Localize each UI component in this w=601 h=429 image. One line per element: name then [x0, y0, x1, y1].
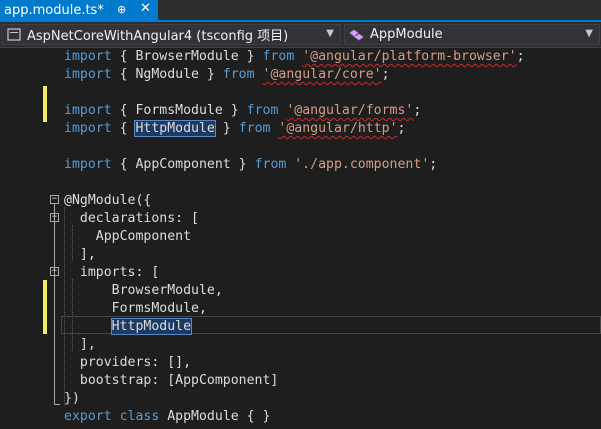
- code-line-imports-end: ],: [64, 337, 96, 352]
- chevron-down-icon: ▼: [326, 28, 334, 39]
- close-icon[interactable]: ✕: [140, 1, 151, 16]
- project-dropdown[interactable]: AspNetCoreWithAngular4 (tsconfig 项目) ▼: [1, 24, 341, 45]
- code-line-decorator-end: }): [64, 391, 80, 406]
- code-line-import-app-component: import { AppComponent } from './app.comp…: [64, 157, 438, 172]
- code-line-decorator: @NgModule({: [64, 193, 152, 208]
- navigation-bar: AspNetCoreWithAngular4 (tsconfig 项目) ▼ A…: [0, 22, 601, 48]
- tab-app-module[interactable]: app.module.ts* ⊕ ✕: [0, 0, 158, 20]
- modified-line-marker: [43, 280, 47, 334]
- code-line-declarations-end: ],: [64, 247, 96, 262]
- class-dropdown-label: AppModule: [370, 27, 443, 42]
- code-line-import-http: import { HttpModule } from '@angular/htt…: [64, 120, 406, 137]
- chevron-down-icon: ▼: [585, 28, 593, 39]
- code-line-browser-module: BrowserModule,: [64, 283, 223, 298]
- code-line-declarations: declarations: [: [64, 211, 199, 226]
- highlighted-reference: HttpModule: [110, 318, 193, 335]
- code-line-imports: imports: [: [64, 265, 160, 280]
- modified-line-marker: [43, 86, 47, 122]
- code-line-providers: providers: [],: [64, 355, 192, 370]
- project-icon: [6, 28, 22, 42]
- code-line-export-class: export class AppModule { }: [64, 409, 271, 424]
- code-line-import-browser: import { BrowserModule } from '@angular/…: [64, 49, 525, 64]
- code-line-http-module: HttpModule: [64, 318, 193, 336]
- class-dropdown[interactable]: AppModule ▼: [344, 24, 600, 45]
- outline-line: [54, 204, 55, 404]
- code-editor[interactable]: − − − import { BrowserModule } from '@an…: [0, 48, 601, 429]
- code-line-bootstrap: bootstrap: [AppComponent]: [64, 373, 279, 388]
- collapse-toggle-icon[interactable]: −: [50, 213, 59, 222]
- outline-end: [54, 404, 60, 405]
- code-line-import-core: import { NgModule } from '@angular/core'…: [64, 67, 390, 82]
- collapse-toggle-icon[interactable]: −: [50, 195, 59, 204]
- tab-title: app.module.ts*: [4, 2, 104, 18]
- code-line-import-forms: import { FormsModule } from '@angular/fo…: [64, 103, 422, 118]
- code-line-forms-module: FormsModule,: [64, 301, 207, 316]
- pin-icon[interactable]: ⊕: [117, 3, 126, 16]
- highlighted-reference: HttpModule: [134, 120, 216, 137]
- collapse-toggle-icon[interactable]: −: [50, 267, 59, 276]
- project-dropdown-label: AspNetCoreWithAngular4 (tsconfig 项目): [27, 29, 289, 44]
- document-tab-strip: app.module.ts* ⊕ ✕: [0, 0, 601, 22]
- class-icon: [349, 28, 365, 42]
- code-line-app-component: AppComponent: [64, 229, 192, 244]
